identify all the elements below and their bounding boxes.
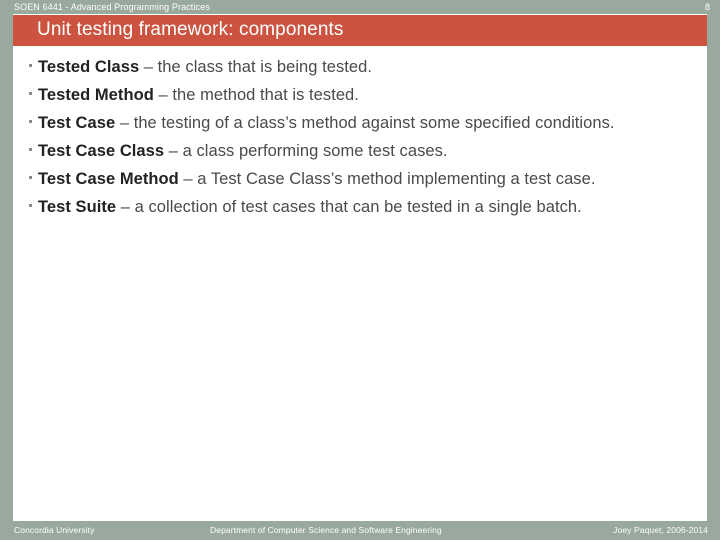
list-item-term: Test Case Method	[38, 170, 179, 188]
list-item-dash: –	[139, 58, 158, 76]
list-item-description: a class performing some test cases.	[182, 142, 448, 160]
list-item: Tested Method – the method that is teste…	[24, 82, 700, 108]
square-bullet-icon	[24, 138, 38, 151]
list-item: Test Suite – a collection of test cases …	[24, 194, 700, 220]
slide-footer-band: Concordia University Department of Compu…	[0, 521, 720, 540]
list-item-term: Tested Class	[38, 58, 140, 76]
list-item-term: Test Suite	[38, 198, 117, 216]
list-item-description: the method that is tested.	[172, 86, 359, 104]
list-item-term: Test Case Class	[38, 142, 165, 160]
list-item-text: Tested Class – the class that is being t…	[38, 54, 700, 80]
right-accent-rail	[707, 0, 720, 540]
list-item-text: Test Suite – a collection of test cases …	[38, 194, 700, 220]
slide-header-band: SOEN 6441 - Advanced Programming Practic…	[0, 0, 720, 14]
list-item-text: Tested Method – the method that is teste…	[38, 82, 700, 108]
list-item-dash: –	[116, 198, 135, 216]
list-item-dash: –	[115, 114, 134, 132]
list-item-text: Test Case Method – a Test Case Class’s m…	[38, 166, 700, 192]
list-item: Test Case – the testing of a class’s met…	[24, 110, 700, 136]
footer-institution-label: Concordia University	[14, 525, 95, 535]
list-item-term: Tested Method	[38, 86, 154, 104]
square-bullet-icon	[24, 110, 38, 123]
list-item-description: a collection of test cases that can be t…	[134, 198, 582, 216]
square-bullet-icon	[24, 54, 38, 67]
list-item-text: Test Case Class – a class performing som…	[38, 138, 700, 164]
page-title: Unit testing framework: components	[37, 19, 344, 40]
list-item-term: Test Case	[38, 114, 116, 132]
list-item-description: the class that is being tested.	[157, 58, 373, 76]
list-item-description: a Test Case Class’s method implementing …	[197, 170, 596, 188]
left-accent-rail	[0, 0, 13, 540]
square-bullet-icon	[24, 194, 38, 207]
footer-department-label: Department of Computer Science and Softw…	[210, 525, 442, 535]
list-item-dash: –	[178, 170, 198, 188]
course-title-label: SOEN 6441 - Advanced Programming Practic…	[14, 2, 210, 12]
list-item-text: Test Case – the testing of a class’s met…	[38, 110, 700, 136]
slide-page-number: 8	[704, 2, 710, 12]
list-item-description: the testing of a class’s method against …	[133, 114, 615, 132]
square-bullet-icon	[24, 166, 38, 179]
list-item: Test Case Class – a class performing som…	[24, 138, 700, 164]
list-item-dash: –	[164, 142, 183, 160]
footer-copyright-label: Joey Paquet, 2006-2014	[613, 525, 708, 535]
list-item: Tested Class – the class that is being t…	[24, 54, 700, 80]
bullet-list: Tested Class – the class that is being t…	[24, 54, 700, 222]
slide-title-bar: Unit testing framework: components	[13, 15, 707, 46]
list-item: Test Case Method – a Test Case Class’s m…	[24, 166, 700, 192]
slide-canvas: SOEN 6441 - Advanced Programming Practic…	[0, 0, 720, 540]
list-item-dash: –	[153, 86, 173, 104]
square-bullet-icon	[24, 82, 38, 95]
